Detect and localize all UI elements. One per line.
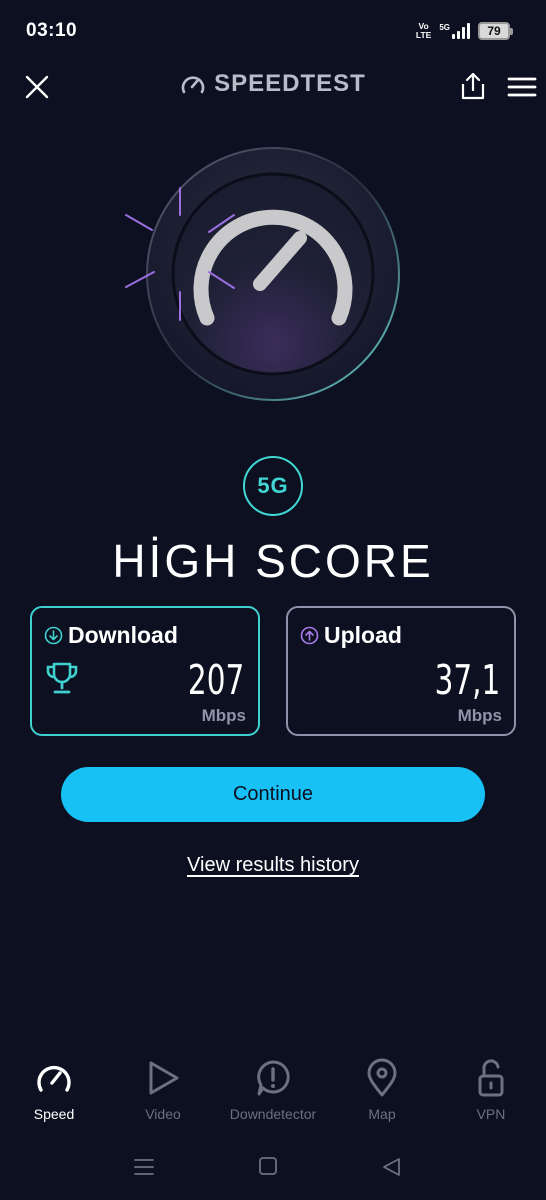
status-bar: 03:10 Vo LTE 5G 79 bbox=[0, 0, 546, 64]
upload-unit: Mbps bbox=[457, 706, 502, 725]
gauge-icon bbox=[125, 147, 400, 401]
view-results-history-link[interactable]: View results history bbox=[0, 854, 546, 877]
battery-icon: 79 bbox=[478, 22, 513, 40]
tab-speed[interactable]: Speed bbox=[0, 1056, 109, 1122]
tab-label: Video bbox=[145, 1106, 181, 1122]
tab-vpn[interactable]: VPN bbox=[436, 1056, 546, 1122]
lock-icon bbox=[475, 1056, 507, 1100]
system-navigation-bar bbox=[0, 1150, 546, 1184]
upload-arrow-icon bbox=[300, 626, 319, 645]
tab-label: Downdetector bbox=[229, 1106, 317, 1122]
volte-bottom: LTE bbox=[415, 30, 432, 40]
download-title: Download bbox=[44, 622, 178, 649]
network-type: 5G bbox=[439, 22, 450, 32]
download-value: 207 bbox=[187, 656, 244, 704]
upload-label: Upload bbox=[324, 622, 402, 648]
hamburger-menu-icon bbox=[507, 77, 537, 97]
status-icons: Vo LTE 5G 79 bbox=[416, 22, 513, 40]
result-title: HİGH SCORE bbox=[112, 535, 434, 587]
tab-map[interactable]: Map bbox=[327, 1056, 437, 1122]
volte-indicator: Vo LTE bbox=[416, 22, 431, 40]
upload-card: Upload 37,1 Mbps bbox=[286, 606, 516, 736]
share-button[interactable] bbox=[454, 66, 492, 106]
download-unit: Mbps bbox=[201, 706, 246, 725]
menu-button[interactable] bbox=[502, 68, 542, 106]
status-time: 03:10 bbox=[26, 20, 78, 41]
network-badge: 5G bbox=[243, 456, 303, 516]
speedtest-logo-icon bbox=[181, 76, 205, 94]
download-arrow-icon bbox=[44, 626, 63, 645]
download-card: Download 207 Mbps bbox=[30, 606, 260, 736]
signal-icon bbox=[452, 23, 470, 39]
continue-button[interactable]: Continue bbox=[61, 767, 485, 822]
tab-label: Speed bbox=[33, 1106, 75, 1122]
tab-label: Map bbox=[368, 1106, 396, 1122]
play-icon bbox=[145, 1056, 181, 1100]
battery-level: 79 bbox=[487, 24, 501, 38]
speedometer-icon bbox=[34, 1056, 74, 1100]
brand-name: SPEEDTEST bbox=[214, 70, 366, 97]
share-icon bbox=[461, 72, 485, 100]
back-icon[interactable] bbox=[380, 1156, 402, 1178]
tab-label: VPN bbox=[476, 1106, 506, 1122]
download-label: Download bbox=[68, 622, 178, 648]
alert-icon bbox=[253, 1056, 293, 1100]
upload-title: Upload bbox=[300, 622, 402, 649]
tab-downdetector[interactable]: Downdetector bbox=[218, 1056, 328, 1122]
tab-video[interactable]: Video bbox=[108, 1056, 218, 1122]
map-pin-icon bbox=[365, 1056, 399, 1100]
speed-gauge bbox=[112, 140, 412, 410]
bottom-tab-bar: Speed Video Downdetector Map VPN bbox=[0, 1056, 546, 1136]
app-header: SPEEDTEST bbox=[0, 64, 546, 108]
recent-apps-icon[interactable] bbox=[133, 1156, 155, 1178]
trophy-icon bbox=[44, 660, 80, 701]
home-icon[interactable] bbox=[258, 1156, 278, 1176]
upload-value: 37,1 bbox=[434, 656, 500, 704]
